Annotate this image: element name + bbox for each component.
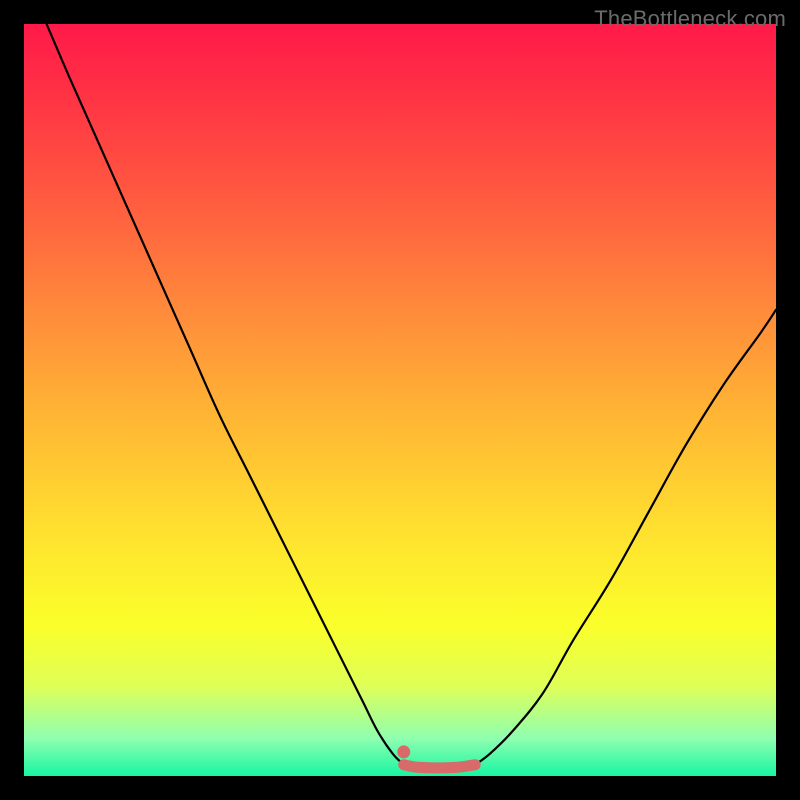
curve-right [475, 310, 776, 765]
watermark-text: TheBottleneck.com [594, 6, 786, 32]
bottleneck-chart [24, 24, 776, 776]
curve-left [47, 24, 404, 765]
chart-frame [24, 24, 776, 776]
marker-dot [397, 745, 410, 758]
flat-bottom-segment [404, 765, 475, 768]
